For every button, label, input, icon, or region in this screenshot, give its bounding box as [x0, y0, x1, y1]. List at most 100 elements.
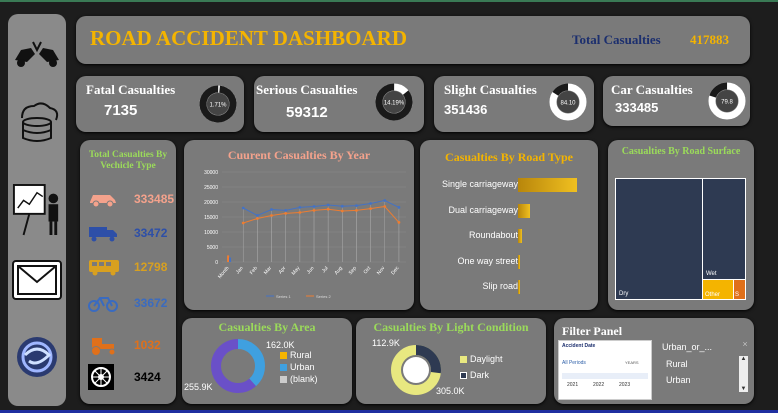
series-point — [369, 202, 373, 205]
vehicle-row-bike: 33672 — [88, 292, 176, 314]
kpi-slight: Slight Casualties 351436 84.10 — [434, 76, 594, 132]
road-type-label: Slip road — [482, 281, 518, 291]
area-bottom-value: 255.9K — [184, 382, 213, 392]
road-type-label: Dual carriageway — [448, 204, 518, 215]
y-tick-label: 5000 — [207, 245, 218, 251]
series-line — [243, 205, 400, 224]
series-point — [284, 212, 288, 215]
x-tick-label: Month — [217, 265, 231, 280]
legend-blank: (blank) — [290, 374, 318, 384]
clear-filter-icon[interactable]: ⨯ — [742, 340, 748, 348]
vehicle-value: 12798 — [134, 260, 168, 274]
road-type-bar[interactable] — [518, 178, 577, 192]
series-point — [340, 204, 344, 208]
series-point — [241, 206, 245, 210]
kpi-donut: 1.71% — [199, 85, 237, 123]
kpi-value: 7135 — [104, 102, 138, 119]
filter-panel: Filter Panel Accident Date All Periods Y… — [554, 318, 754, 404]
vehicle-row-car: 333485 — [88, 188, 176, 210]
kpi-label: Serious Casualties — [256, 82, 358, 97]
donut-pct-label: 79.8 — [721, 100, 733, 106]
series-point — [397, 221, 401, 224]
light-title: Casualties By Light Condition — [373, 320, 529, 334]
road-surface-panel: Casualties By Road Surface Dry Wet Other… — [608, 140, 754, 310]
series-point — [284, 209, 288, 212]
truck-icon — [89, 227, 117, 242]
y-tick-label: 15000 — [204, 215, 218, 221]
series-point — [298, 206, 302, 209]
treemap-snow[interactable]: S — [734, 280, 745, 299]
wheel-icon — [88, 364, 114, 390]
surface-treemap: Dry Wet Other S — [615, 178, 746, 300]
vehicle-value: 1032 — [134, 338, 161, 352]
kpi-value: 333485 — [615, 100, 659, 115]
treemap-dry[interactable]: Dry — [616, 179, 702, 299]
timeline-year[interactable]: 2023 — [619, 382, 630, 388]
series-point — [255, 214, 259, 217]
series-point — [270, 214, 273, 217]
series-point — [355, 204, 358, 207]
mail-icon[interactable] — [12, 258, 62, 302]
light-top-value: 112.9K — [372, 338, 400, 348]
light-panel: Casualties By Light Condition 112.9K 305… — [356, 318, 546, 404]
legend-urban: Urban — [290, 362, 315, 372]
road-type-bar[interactable] — [518, 203, 531, 218]
series-point — [383, 205, 387, 208]
presentation-chart-icon[interactable] — [12, 180, 62, 240]
kpi-label: Fatal Casualties — [86, 82, 176, 97]
slicer-title: Urban_or_... — [662, 342, 713, 352]
road-type-bar[interactable] — [518, 254, 520, 269]
cloud-database-icon[interactable] — [12, 96, 62, 146]
series-point — [298, 211, 302, 214]
dashboard-title: ROAD ACCIDENT DASHBOARD — [90, 26, 407, 50]
timeline-track[interactable] — [562, 373, 648, 379]
area-top-value: 162.0K — [266, 340, 295, 350]
title-panel: ROAD ACCIDENT DASHBOARD Total Casualties… — [76, 16, 750, 64]
swirl-logo-icon[interactable] — [12, 332, 62, 382]
x-tick-label: Jun — [306, 265, 316, 275]
slicer-scrollbar[interactable]: ▲ ▼ — [739, 356, 748, 392]
kpi-value: 351436 — [444, 102, 488, 117]
x-tick-label: Jul — [321, 265, 330, 274]
area-title: Casualties By Area — [218, 320, 316, 334]
kpi-donut: 84.10 — [549, 83, 587, 121]
vehicle-type-title: Total Casualties By Vechicle Type — [88, 150, 168, 171]
treemap-wet[interactable]: Wet — [703, 179, 745, 279]
date-timeline-slicer[interactable]: Accident Date All Periods YEARS 2021 202… — [558, 340, 652, 400]
series-point — [241, 221, 245, 225]
timeline-level[interactable]: YEARS — [625, 360, 639, 365]
x-tick-label: May — [291, 265, 302, 276]
x-tick-label: Nov — [376, 265, 387, 276]
timeline-label: Accident Date — [562, 343, 596, 349]
road-type-bar[interactable] — [518, 280, 520, 294]
filter-title: Filter Panel — [562, 324, 623, 338]
road-type-label: One way street — [457, 255, 518, 266]
sidebar — [8, 14, 66, 406]
y-tick-label: 10000 — [204, 230, 218, 236]
x-tick-label: Aug — [334, 265, 344, 276]
area-panel: Casualties By Area 162.0K 255.9K Rural U… — [182, 318, 352, 404]
slicer-option-urban[interactable]: Urban — [666, 375, 691, 385]
x-tick-label: Feb — [249, 265, 259, 276]
scroll-down-icon[interactable]: ▼ — [739, 386, 748, 392]
car-icon — [90, 195, 116, 208]
kpi-car: Car Casualties 333485 79.8 — [603, 76, 750, 126]
timeline-periods[interactable]: All Periods — [562, 360, 586, 366]
treemap-other[interactable]: Other — [703, 280, 733, 299]
x-tick-label: Oct — [363, 265, 373, 275]
vehicle-value: 33672 — [134, 296, 168, 310]
x-tick-label: Apr — [278, 265, 288, 275]
timeline-year[interactable]: 2021 — [567, 382, 578, 388]
legend-dark: Dark — [470, 370, 490, 380]
kpi-donut: 14.19% — [375, 83, 413, 121]
year-line-chart: 30000 25000 20000 15000 10000 5000 0Month Jan Fe… — [204, 170, 406, 299]
timeline-year[interactable]: 2022 — [593, 382, 604, 388]
road-type-label: Single carriageway — [441, 179, 518, 189]
y-tick-label: 0 — [215, 260, 218, 266]
bus-icon — [89, 260, 119, 276]
scroll-up-icon[interactable]: ▲ — [739, 356, 748, 362]
slicer-option-rural[interactable]: Rural — [666, 359, 688, 369]
cars-collision-icon[interactable] — [12, 28, 62, 78]
road-type-bar[interactable] — [518, 229, 522, 243]
kpi-value: 59312 — [286, 104, 328, 121]
